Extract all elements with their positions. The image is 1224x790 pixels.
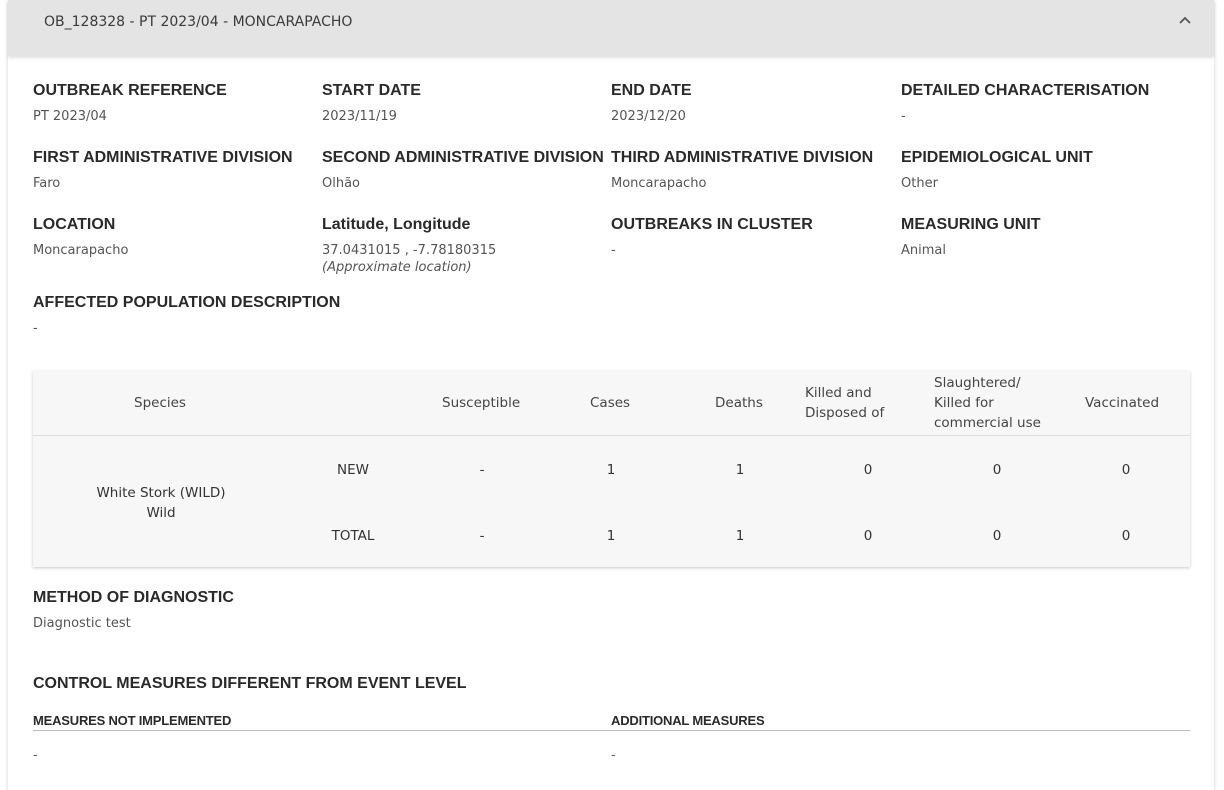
field-value: Moncarapacho	[611, 176, 707, 191]
field-label: METHOD OF DIAGNOSTIC	[33, 589, 234, 606]
additional-measures-label: ADDITIONAL MEASURES	[611, 713, 765, 728]
th-slaughtered-line-2: Killed for	[934, 395, 994, 411]
measures-not-implemented-value: -	[33, 748, 38, 763]
chevron-up-icon[interactable]	[1178, 12, 1192, 26]
field-start-date: START DATE 2023/11/19	[322, 82, 421, 124]
field-value: -	[611, 243, 616, 258]
th-species: Species	[134, 395, 186, 411]
cell-deaths: 1	[735, 462, 745, 478]
cell-slaughtered: 0	[992, 528, 1002, 544]
field-end-date: END DATE 2023/12/20	[611, 82, 692, 124]
field-label: DETAILED CHARACTERISATION	[901, 82, 1150, 99]
field-value: 37.0431015 , -7.78180315	[322, 243, 497, 258]
panel-title: OB_128328 - PT 2023/04 - MONCARAPACHO	[44, 14, 353, 30]
field-label: EPIDEMIOLOGICAL UNIT	[901, 149, 1093, 166]
field-value: Animal	[901, 243, 946, 258]
field-latitude-longitude: Latitude, Longitude 37.0431015 , -7.7818…	[322, 216, 496, 275]
cell-killed: 0	[863, 528, 873, 544]
outbreak-panel-header[interactable]: OB_128328 - PT 2023/04 - MONCARAPACHO	[8, 0, 1214, 56]
field-value: Diagnostic test	[33, 616, 131, 631]
th-slaughtered-line-3: commercial use	[934, 415, 1041, 431]
field-value: Moncarapacho	[33, 243, 129, 258]
th-slaughtered: Slaughtered/ Killed for commercial use	[934, 373, 1041, 433]
field-value: 2023/11/19	[322, 109, 397, 124]
cell-vaccinated: 0	[1121, 462, 1131, 478]
outbreak-panel: OB_128328 - PT 2023/04 - MONCARAPACHO OU…	[8, 0, 1214, 790]
measures-not-implemented-label: MEASURES NOT IMPLEMENTED	[33, 713, 232, 728]
field-second-admin-division: SECOND ADMINISTRATIVE DIVISION Olhão	[322, 149, 604, 191]
field-value: 2023/12/20	[611, 109, 686, 124]
approximate-location-note: (Approximate location)	[322, 260, 472, 275]
field-value: -	[33, 321, 38, 336]
field-label: SECOND ADMINISTRATIVE DIVISION	[322, 149, 604, 166]
th-killed-line-2: Disposed of	[805, 405, 885, 421]
field-detailed-characterisation: DETAILED CHARACTERISATION -	[901, 82, 1149, 124]
species-table: Species Susceptible Cases Deaths Killed …	[33, 371, 1190, 567]
th-cases: Cases	[590, 395, 631, 411]
field-label: THIRD ADMINISTRATIVE DIVISION	[611, 149, 874, 166]
control-measures-title: CONTROL MEASURES DIFFERENT FROM EVENT LE…	[33, 675, 467, 692]
field-value: Olhão	[322, 176, 361, 191]
field-value: Other	[901, 176, 938, 191]
control-measures-divider	[33, 730, 1190, 731]
field-value: -	[901, 109, 906, 124]
field-first-admin-division: FIRST ADMINISTRATIVE DIVISION Faro	[33, 149, 293, 191]
species-cell: White Stork (WILD) Wild	[81, 483, 241, 523]
cell-susceptible: -	[479, 462, 485, 478]
field-third-admin-division: THIRD ADMINISTRATIVE DIVISION Moncarapac…	[611, 149, 873, 191]
cell-vaccinated: 0	[1121, 528, 1131, 544]
additional-measures-value: -	[611, 748, 616, 763]
cell-deaths: 1	[735, 528, 745, 544]
th-vaccinated: Vaccinated	[1085, 395, 1160, 411]
field-value: PT 2023/04	[33, 109, 107, 124]
field-label: OUTBREAKS IN CLUSTER	[611, 216, 813, 233]
field-epidemiological-unit: EPIDEMIOLOGICAL UNIT Other	[901, 149, 1093, 191]
field-label: OUTBREAK REFERENCE	[33, 82, 227, 99]
field-label: LOCATION	[33, 216, 116, 233]
th-slaughtered-line-1: Slaughtered/	[934, 375, 1021, 391]
field-label: START DATE	[322, 82, 421, 99]
field-value: Faro	[33, 176, 61, 191]
field-label: Latitude, Longitude	[322, 216, 471, 233]
th-susceptible: Susceptible	[442, 395, 521, 411]
species-name: White Stork (WILD)	[96, 485, 226, 501]
row-label: TOTAL	[331, 528, 375, 544]
cell-susceptible: -	[479, 528, 485, 544]
th-deaths: Deaths	[715, 395, 763, 411]
field-method-of-diagnostic: METHOD OF DIAGNOSTIC Diagnostic test	[33, 589, 234, 631]
species-type: Wild	[146, 505, 176, 521]
field-location: LOCATION Moncarapacho	[33, 216, 128, 258]
th-killed-disposed: Killed and Disposed of	[805, 383, 884, 423]
cell-cases: 1	[606, 462, 616, 478]
field-label: AFFECTED POPULATION DESCRIPTION	[33, 294, 341, 311]
field-affected-population: AFFECTED POPULATION DESCRIPTION -	[33, 294, 340, 336]
field-measuring-unit: MEASURING UNIT Animal	[901, 216, 1041, 258]
cell-slaughtered: 0	[992, 462, 1002, 478]
field-outbreaks-in-cluster: OUTBREAKS IN CLUSTER -	[611, 216, 813, 258]
cell-killed: 0	[863, 462, 873, 478]
cell-cases: 1	[606, 528, 616, 544]
table-header-divider	[33, 435, 1190, 436]
field-label: MEASURING UNIT	[901, 216, 1041, 233]
th-killed-line-1: Killed and	[805, 385, 872, 401]
field-outbreak-reference: OUTBREAK REFERENCE PT 2023/04	[33, 82, 227, 124]
row-label: NEW	[337, 462, 369, 478]
field-label: END DATE	[611, 82, 692, 99]
field-label: FIRST ADMINISTRATIVE DIVISION	[33, 149, 293, 166]
